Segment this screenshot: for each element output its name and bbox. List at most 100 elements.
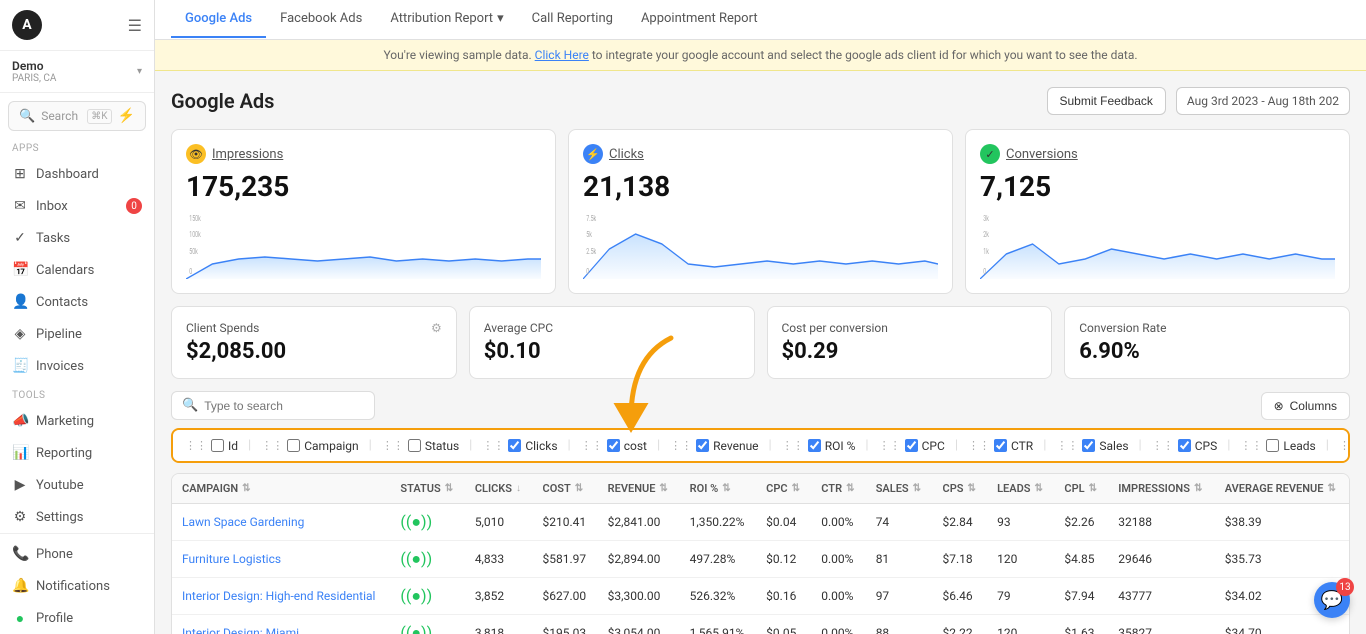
sort-icon[interactable]: ⇅	[1327, 483, 1335, 494]
sort-icon[interactable]: ⇅	[722, 483, 730, 494]
stat-average-cpc: Average CPC $0.10	[469, 306, 755, 379]
cell-cpl: $1.63	[1054, 615, 1108, 634]
sort-icon[interactable]: ⇅	[1194, 483, 1202, 494]
col-checkbox-sales[interactable]	[1082, 439, 1095, 452]
sort-icon[interactable]: ⇅	[659, 483, 667, 494]
drag-handle-icon[interactable]: ⋮⋮	[1056, 439, 1078, 452]
sidebar-item-settings[interactable]: ⚙ Settings	[0, 501, 154, 533]
status-icon: ((●))	[400, 623, 432, 634]
col-checkbox-revenue[interactable]	[696, 439, 709, 452]
campaign-link[interactable]: Lawn Space Gardening	[182, 515, 304, 529]
drag-handle-icon[interactable]: ⋮⋮	[1240, 439, 1262, 452]
sort-icon[interactable]: ⇅	[575, 483, 583, 494]
campaign-link[interactable]: Interior Design: High-end Residential	[182, 589, 375, 603]
sort-icon[interactable]: ⇅	[445, 483, 453, 494]
cell-status: ((●))	[390, 541, 464, 578]
nav-call-reporting[interactable]: Call Reporting	[518, 1, 627, 38]
banner-link[interactable]: Click Here	[535, 48, 589, 62]
sort-icon[interactable]: ↓	[516, 483, 521, 494]
search-bar[interactable]: 🔍 Search ⌘K ⚡	[8, 101, 146, 131]
sort-icon[interactable]: ⇅	[1089, 483, 1097, 494]
submit-feedback-button[interactable]: Submit Feedback	[1047, 87, 1166, 115]
metrics-row: 👁 Impressions 175,235 15	[171, 129, 1350, 294]
demo-info[interactable]: Demo PARIS, CA ▾	[0, 51, 154, 93]
sidebar-item-label: Youtube	[36, 478, 84, 493]
sidebar-item-label: Tasks	[36, 231, 70, 246]
sidebar-item-phone[interactable]: 📞 Phone	[0, 538, 154, 570]
campaign-link[interactable]: Interior Design: Miami	[182, 626, 299, 634]
chat-button[interactable]: 💬 13	[1314, 582, 1350, 618]
sort-icon[interactable]: ⇅	[792, 483, 800, 494]
dropdown-arrow-icon: ▾	[497, 11, 504, 26]
drag-handle-icon[interactable]: ⋮⋮	[482, 439, 504, 452]
nav-attribution-report[interactable]: Attribution Report ▾	[376, 1, 517, 38]
search-input[interactable]	[204, 399, 364, 413]
col-checkbox-status[interactable]	[408, 439, 421, 452]
sidebar-item-contacts[interactable]: 👤 Contacts	[0, 286, 154, 318]
nav-appointment-report[interactable]: Appointment Report	[627, 1, 772, 38]
nav-facebook-ads[interactable]: Facebook Ads	[266, 1, 376, 38]
columns-button[interactable]: ⊗ Columns	[1261, 392, 1350, 420]
drag-handle-icon[interactable]: ⋮⋮	[581, 439, 603, 452]
impressions-icon: 👁	[186, 144, 206, 164]
col-checkbox-roi[interactable]	[808, 439, 821, 452]
nav-google-ads[interactable]: Google Ads	[171, 1, 266, 38]
col-checkbox-cpc[interactable]	[905, 439, 918, 452]
drag-handle-icon[interactable]: ⋮⋮	[782, 439, 804, 452]
svg-text:1k: 1k	[983, 247, 989, 256]
sidebar-item-label: Settings	[36, 510, 83, 525]
sidebar-item-label: Profile	[36, 611, 73, 626]
sidebar-item-pipeline[interactable]: ◈ Pipeline	[0, 318, 154, 350]
col-checkbox-cps[interactable]	[1178, 439, 1191, 452]
table-row: Furniture Logistics ((●)) 4,833 $581.97 …	[172, 541, 1349, 578]
cell-cpl: $2.26	[1054, 504, 1108, 541]
sort-icon[interactable]: ⇅	[1034, 483, 1042, 494]
clicks-label[interactable]: Clicks	[609, 147, 644, 162]
sort-icon[interactable]: ⇅	[242, 483, 250, 494]
svg-text:0: 0	[983, 267, 986, 276]
sidebar-item-profile[interactable]: ● Profile	[0, 602, 154, 634]
sidebar-item-calendars[interactable]: 📅 Calendars	[0, 254, 154, 286]
sidebar-item-inbox[interactable]: ✉ Inbox 0	[0, 190, 154, 222]
drag-handle-icon[interactable]: ⋮⋮	[382, 439, 404, 452]
sort-icon[interactable]: ⇅	[846, 483, 854, 494]
col-checkbox-leads[interactable]	[1266, 439, 1279, 452]
sidebar-item-dashboard[interactable]: ⊞ Dashboard	[0, 158, 154, 190]
sort-icon[interactable]: ⇅	[967, 483, 975, 494]
impressions-label[interactable]: Impressions	[212, 147, 283, 162]
search-icon: 🔍	[182, 398, 198, 413]
sidebar-item-tasks[interactable]: ✓ Tasks	[0, 222, 154, 254]
menu-toggle-icon[interactable]: ☰	[128, 16, 142, 35]
table-search-bar[interactable]: 🔍	[171, 391, 375, 420]
drag-handle-icon[interactable]: ⋮⋮	[1152, 439, 1174, 452]
drag-handle-icon[interactable]: ⋮⋮	[968, 439, 990, 452]
conversions-label[interactable]: Conversions	[1006, 147, 1078, 162]
sidebar-item-youtube[interactable]: ▶ Youtube	[0, 469, 154, 501]
drag-handle-icon[interactable]: ⋮⋮	[670, 439, 692, 452]
campaign-link[interactable]: Furniture Logistics	[182, 552, 281, 566]
cell-clicks: 3,818	[465, 615, 533, 634]
top-navigation: Google Ads Facebook Ads Attribution Repo…	[155, 0, 1366, 40]
cell-cps: $6.46	[933, 578, 988, 615]
search-shortcut: ⌘K	[87, 109, 111, 124]
col-checkbox-ctr[interactable]	[994, 439, 1007, 452]
drag-handle-icon[interactable]: ⋮⋮	[1339, 439, 1350, 452]
cell-campaign: Lawn Space Gardening	[172, 504, 390, 541]
col-checkbox-campaign[interactable]	[287, 439, 300, 452]
sidebar-item-invoices[interactable]: 🧾 Invoices	[0, 350, 154, 382]
drag-handle-icon[interactable]: ⋮⋮	[185, 439, 207, 452]
col-checkbox-cost[interactable]	[607, 439, 620, 452]
sort-icon[interactable]: ⇅	[913, 483, 921, 494]
cell-cost: $581.97	[533, 541, 598, 578]
drag-handle-icon[interactable]: ⋮⋮	[879, 439, 901, 452]
cell-clicks: 4,833	[465, 541, 533, 578]
sidebar-item-reporting[interactable]: 📊 Reporting	[0, 437, 154, 469]
svg-text:2k: 2k	[983, 230, 989, 239]
gear-icon[interactable]: ⚙	[431, 321, 442, 335]
th-cpl: CPL ⇅	[1054, 474, 1108, 504]
drag-handle-icon[interactable]: ⋮⋮	[261, 439, 283, 452]
sidebar-item-marketing[interactable]: 📣 Marketing	[0, 405, 154, 437]
col-checkbox-id[interactable]	[211, 439, 224, 452]
col-checkbox-clicks[interactable]	[508, 439, 521, 452]
sidebar-item-notifications[interactable]: 🔔 Notifications	[0, 570, 154, 602]
